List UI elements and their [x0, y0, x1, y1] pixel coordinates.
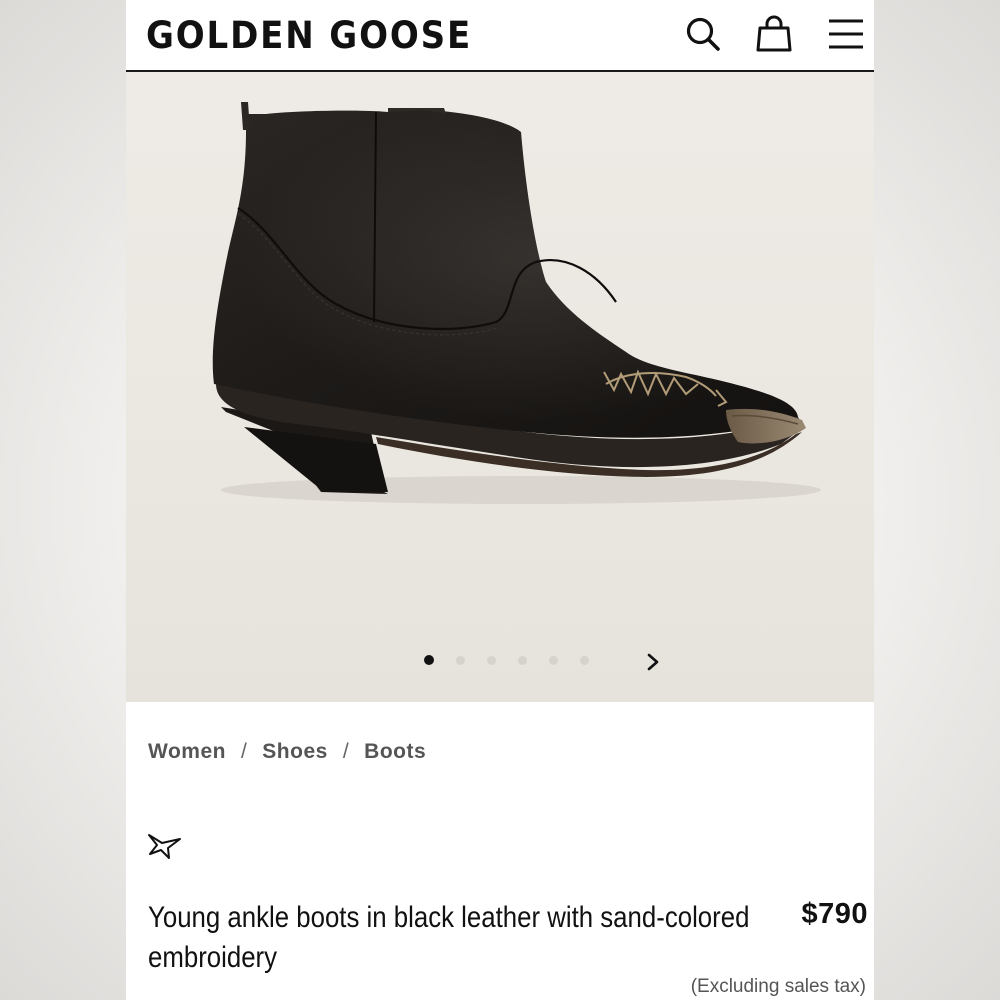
breadcrumb-separator: /: [240, 740, 248, 763]
product-page: GOLDEN GOOSE Women / Shoes / Boots Young…: [126, 0, 874, 1000]
chevron-right-icon[interactable]: [642, 651, 664, 673]
pagination-dot[interactable]: [518, 656, 527, 665]
brand-logo[interactable]: GOLDEN GOOSE: [146, 14, 472, 57]
breadcrumb: Women / Shoes / Boots: [148, 740, 426, 764]
pagination-dot[interactable]: [549, 656, 558, 665]
breadcrumb-item-shoes[interactable]: Shoes: [262, 740, 328, 764]
pagination-dot[interactable]: [456, 656, 465, 665]
search-icon[interactable]: [683, 14, 723, 54]
star-outline-icon[interactable]: [146, 830, 186, 862]
shopping-bag-icon[interactable]: [754, 14, 794, 54]
product-title: Young ankle boots in black leather with …: [148, 901, 750, 974]
pagination-dot[interactable]: [580, 656, 589, 665]
hamburger-menu-icon[interactable]: [826, 14, 866, 54]
breadcrumb-separator: /: [342, 740, 350, 763]
site-header: GOLDEN GOOSE: [126, 0, 874, 72]
ankle-boot-image: [212, 102, 821, 504]
pagination-dot[interactable]: [424, 655, 434, 665]
product-image-gallery[interactable]: [126, 72, 874, 702]
tax-note: (Excluding sales tax): [690, 976, 866, 997]
product-price: $790: [801, 898, 868, 930]
pagination-dot[interactable]: [487, 656, 496, 665]
breadcrumb-item-women[interactable]: Women: [148, 740, 226, 764]
breadcrumb-item-boots[interactable]: Boots: [364, 740, 426, 764]
